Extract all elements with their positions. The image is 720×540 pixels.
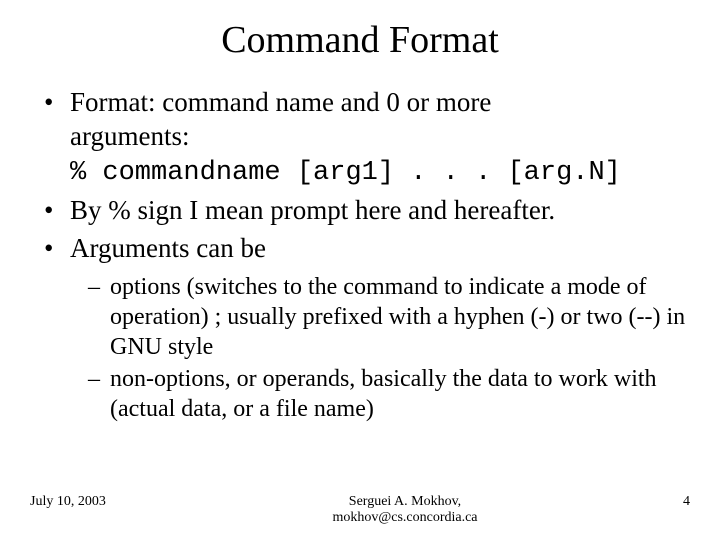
bullet-3: Arguments can be options (switches to th… xyxy=(44,232,690,424)
slide-footer: July 10, 2003 Serguei A. Mokhov, mokhov@… xyxy=(30,494,690,526)
bullet-2: By % sign I mean prompt here and hereaft… xyxy=(44,194,690,228)
sub-bullet-2: non-options, or operands, basically the … xyxy=(88,364,690,424)
sub-bullet-list: options (switches to the command to indi… xyxy=(70,272,690,424)
slide-title: Command Format xyxy=(30,18,690,62)
slide: Command Format Format: command name and … xyxy=(0,0,720,540)
bullet-1-line-2: arguments: xyxy=(70,121,189,151)
bullet-3-text: Arguments can be xyxy=(70,233,266,263)
footer-author-line-1: Serguei A. Mokhov, xyxy=(349,494,461,509)
bullet-1: Format: command name and 0 or more argum… xyxy=(44,86,690,190)
footer-date: July 10, 2003 xyxy=(30,494,180,510)
bullet-1-line-1: Format: command name and 0 or more xyxy=(70,87,491,117)
sub-bullet-1: options (switches to the command to indi… xyxy=(88,272,690,362)
footer-author: Serguei A. Mokhov, mokhov@cs.concordia.c… xyxy=(180,494,630,526)
bullet-list: Format: command name and 0 or more argum… xyxy=(30,86,690,424)
bullet-1-code: % commandname [arg1] . . . [arg.N] xyxy=(70,158,621,188)
footer-author-line-2: mokhov@cs.concordia.ca xyxy=(332,510,477,525)
footer-page-number: 4 xyxy=(630,494,690,510)
